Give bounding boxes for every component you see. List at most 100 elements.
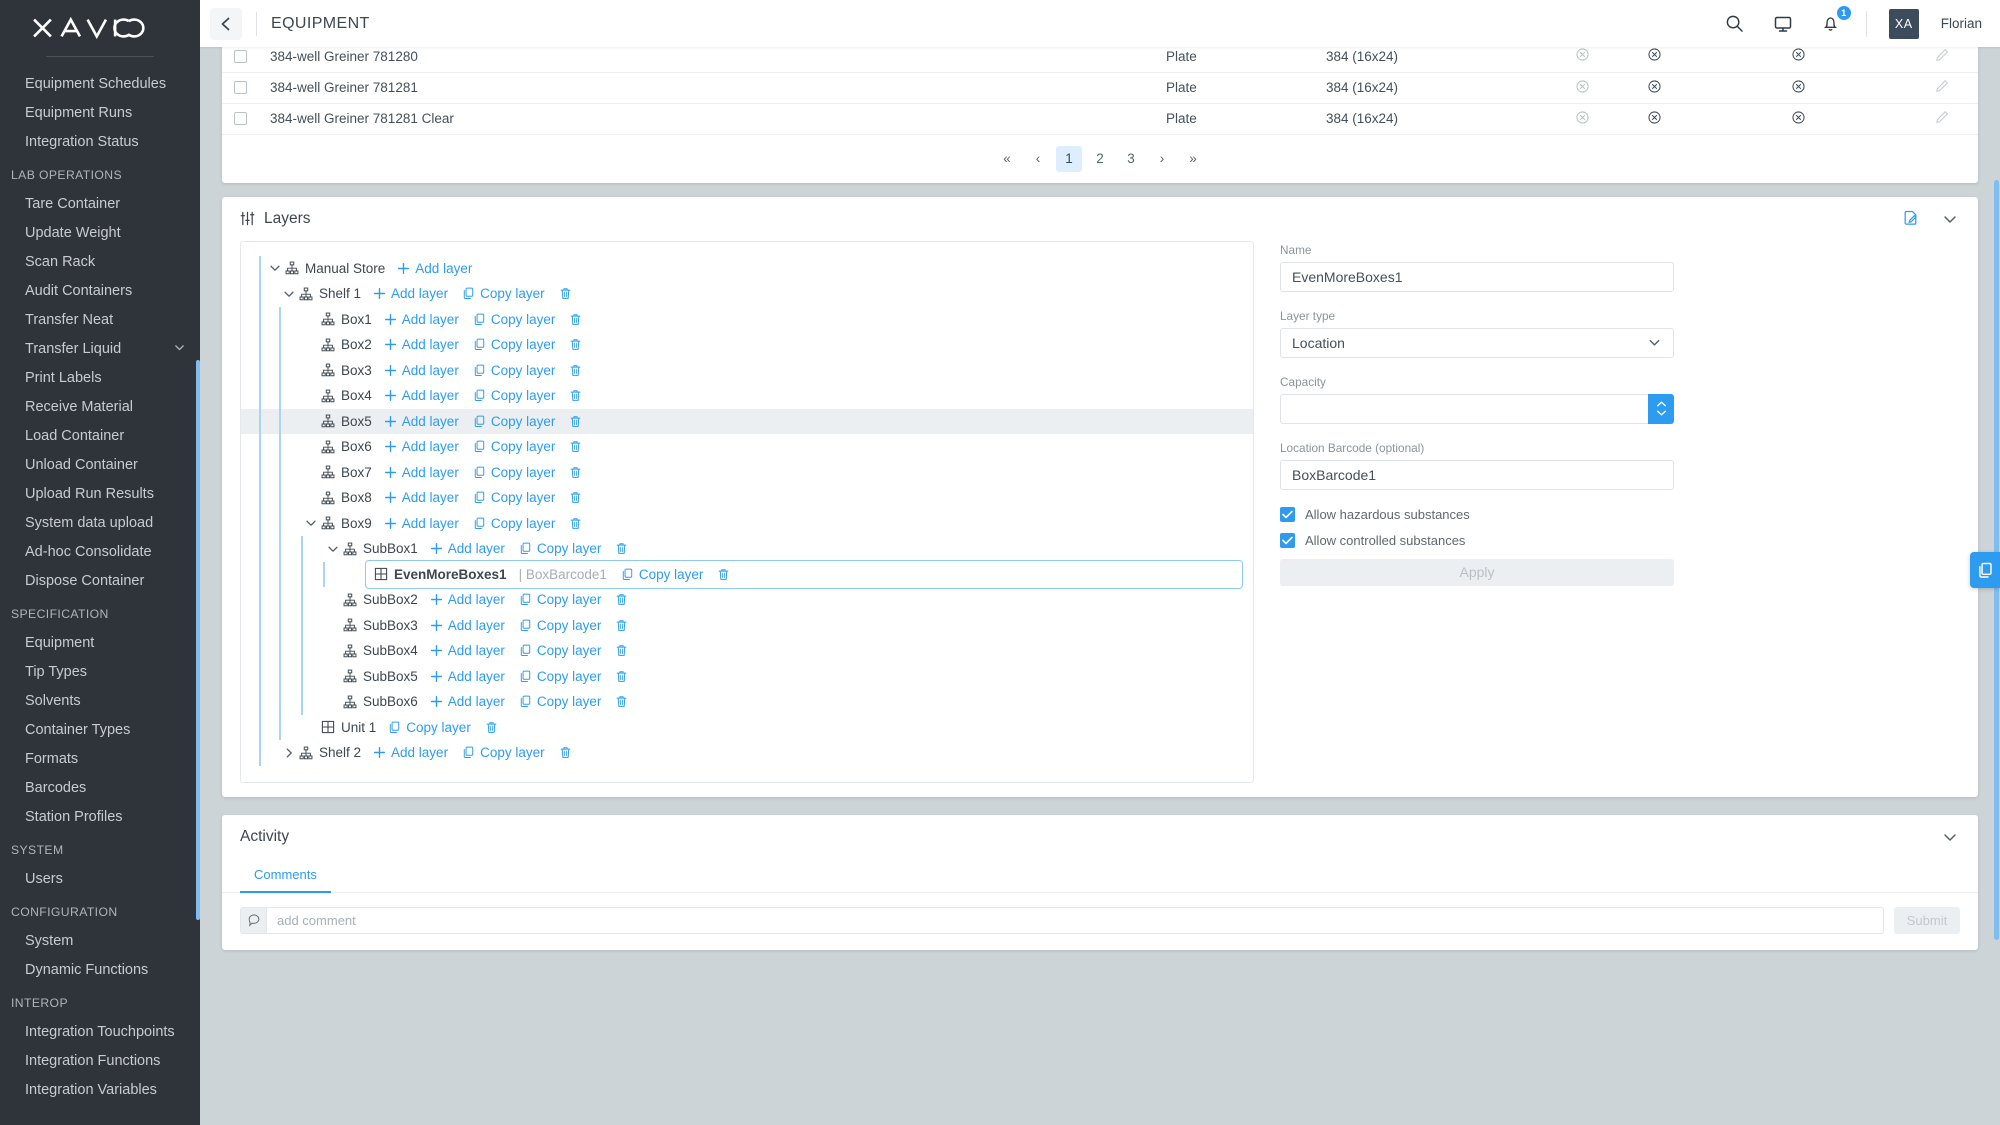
add-layer-button[interactable]: Add layer [384, 363, 459, 378]
sidebar-item-tip-types[interactable]: Tip Types [0, 657, 200, 686]
pagination-last[interactable]: » [1180, 146, 1206, 172]
back-button[interactable] [210, 8, 242, 40]
capacity-input[interactable] [1280, 394, 1648, 424]
copy-layer-button[interactable]: Copy layer [519, 541, 602, 556]
pagination-page-1[interactable]: 1 [1056, 146, 1082, 172]
avatar[interactable]: XA [1889, 9, 1919, 39]
layer-tree-row[interactable]: Box3Add layerCopy layer [241, 358, 1253, 384]
row-checkbox[interactable] [234, 112, 247, 125]
add-layer-button[interactable]: Add layer [430, 592, 505, 607]
delete-layer-button[interactable] [717, 568, 730, 581]
tree-collapse-chevron-down-icon[interactable] [265, 261, 285, 275]
sidebar-item-load-container[interactable]: Load Container [0, 421, 200, 450]
layer-tree-row[interactable]: Box2Add layerCopy layer [241, 332, 1253, 358]
row-flag-2-cell[interactable] [1618, 47, 1690, 72]
add-layer-button[interactable]: Add layer [384, 439, 459, 454]
row-checkbox-cell[interactable] [222, 72, 260, 103]
delete-layer-button[interactable] [569, 389, 582, 402]
layer-type-select[interactable]: Location [1280, 328, 1674, 358]
layer-tree-row[interactable]: Manual StoreAdd layer [241, 256, 1253, 282]
capacity-spinner-buttons[interactable] [1648, 394, 1674, 424]
sidebar-item-integration-touchpoints[interactable]: Integration Touchpoints [0, 1017, 200, 1046]
delete-layer-button[interactable] [569, 415, 582, 428]
add-layer-button[interactable]: Add layer [430, 643, 505, 658]
layer-tree-row[interactable]: SubBox6Add layerCopy layer [241, 689, 1253, 715]
layer-tree-row[interactable]: SubBox4Add layerCopy layer [241, 638, 1253, 664]
pagination-page-2[interactable]: 2 [1087, 146, 1113, 172]
delete-layer-button[interactable] [559, 746, 572, 759]
delete-layer-button[interactable] [615, 695, 628, 708]
copy-layer-button[interactable]: Copy layer [473, 414, 556, 429]
row-flag-3-cell[interactable] [1762, 47, 1834, 72]
layer-tree-row[interactable]: Box7Add layerCopy layer [241, 460, 1253, 486]
delete-layer-button[interactable] [569, 440, 582, 453]
collapse-layers-chevron-icon[interactable] [1942, 211, 1958, 227]
copy-layer-button[interactable]: Copy layer [473, 516, 556, 531]
add-layer-button[interactable]: Add layer [430, 541, 505, 556]
copy-layer-button[interactable]: Copy layer [388, 720, 471, 735]
delete-layer-button[interactable] [615, 619, 628, 632]
sidebar-item-integration-functions[interactable]: Integration Functions [0, 1046, 200, 1075]
layer-tree-row[interactable]: Box4Add layerCopy layer [241, 383, 1253, 409]
controlled-checkbox[interactable] [1280, 533, 1295, 548]
copy-layer-button[interactable]: Copy layer [473, 388, 556, 403]
row-checkbox[interactable] [234, 81, 247, 94]
sidebar-item-formats[interactable]: Formats [0, 744, 200, 773]
pagination-prev[interactable]: ‹ [1025, 146, 1051, 172]
layer-tree-row[interactable]: SubBox5Add layerCopy layer [241, 664, 1253, 690]
search-button[interactable] [1722, 11, 1748, 37]
name-input[interactable]: EvenMoreBoxes1 [1280, 262, 1674, 292]
copy-layer-button[interactable]: Copy layer [473, 490, 556, 505]
sidebar-item-barcodes[interactable]: Barcodes [0, 773, 200, 802]
sidebar-item-transfer-liquid[interactable]: Transfer Liquid [0, 334, 200, 363]
tab-comments[interactable]: Comments [240, 859, 331, 893]
sidebar-item-solvents[interactable]: Solvents [0, 686, 200, 715]
layer-tree-row[interactable]: Box9Add layerCopy layer [241, 511, 1253, 537]
sidebar-item-unload-container[interactable]: Unload Container [0, 450, 200, 479]
sidebar-item-ad-hoc-consolidate[interactable]: Ad-hoc Consolidate [0, 537, 200, 566]
copy-layer-button[interactable]: Copy layer [519, 694, 602, 709]
sidebar-item-station-profiles[interactable]: Station Profiles [0, 802, 200, 831]
sidebar-item-scan-rack[interactable]: Scan Rack [0, 247, 200, 276]
tree-collapse-chevron-down-icon[interactable] [323, 542, 343, 556]
delete-layer-button[interactable] [569, 466, 582, 479]
edit-document-icon[interactable] [1903, 210, 1920, 227]
sidebar-item-equipment-runs[interactable]: Equipment Runs [0, 98, 200, 127]
copy-layer-button[interactable]: Copy layer [519, 643, 602, 658]
add-layer-button[interactable]: Add layer [384, 490, 459, 505]
delete-layer-button[interactable] [485, 721, 498, 734]
sidebar-item-dynamic-functions[interactable]: Dynamic Functions [0, 955, 200, 984]
add-layer-button[interactable]: Add layer [384, 414, 459, 429]
row-flag-1-cell[interactable] [1546, 47, 1618, 72]
copy-layer-button[interactable]: Copy layer [462, 286, 545, 301]
tree-collapse-chevron-down-icon[interactable] [301, 516, 321, 530]
delete-layer-button[interactable] [569, 491, 582, 504]
sidebar-item-users[interactable]: Users [0, 864, 200, 893]
notifications-button[interactable]: 1 [1818, 11, 1844, 37]
delete-layer-button[interactable] [615, 670, 628, 683]
sidebar-item-integration-variables[interactable]: Integration Variables [0, 1075, 200, 1104]
sidebar-item-equipment[interactable]: Equipment [0, 628, 200, 657]
tree-expand-chevron-right-icon[interactable] [279, 746, 299, 760]
delete-layer-button[interactable] [569, 517, 582, 530]
table-row[interactable]: 384-well Greiner 781281Plate384 (16x24) [222, 72, 1978, 103]
layer-tree-row[interactable]: Box1Add layerCopy layer [241, 307, 1253, 333]
add-layer-button[interactable]: Add layer [384, 465, 459, 480]
copy-layer-button[interactable]: Copy layer [462, 745, 545, 760]
add-layer-button[interactable]: Add layer [384, 312, 459, 327]
delete-layer-button[interactable] [569, 338, 582, 351]
table-row[interactable]: 384-well Greiner 781281 ClearPlate384 (1… [222, 103, 1978, 134]
row-checkbox-cell[interactable] [222, 103, 260, 134]
sidebar-item-tare-container[interactable]: Tare Container [0, 189, 200, 218]
pagination-next[interactable]: › [1149, 146, 1175, 172]
comment-input[interactable]: add comment [266, 907, 1884, 934]
table-row[interactable]: 384-well Greiner 781280Plate384 (16x24) [222, 47, 1978, 72]
copy-layer-button[interactable]: Copy layer [621, 567, 704, 582]
row-flag-2-cell[interactable] [1618, 72, 1690, 103]
layer-tree-row[interactable]: SubBox1Add layerCopy layer [241, 536, 1253, 562]
copy-layer-button[interactable]: Copy layer [473, 337, 556, 352]
sidebar-item-audit-containers[interactable]: Audit Containers [0, 276, 200, 305]
sidebar-item-container-types[interactable]: Container Types [0, 715, 200, 744]
delete-layer-button[interactable] [615, 593, 628, 606]
delete-layer-button[interactable] [559, 287, 572, 300]
